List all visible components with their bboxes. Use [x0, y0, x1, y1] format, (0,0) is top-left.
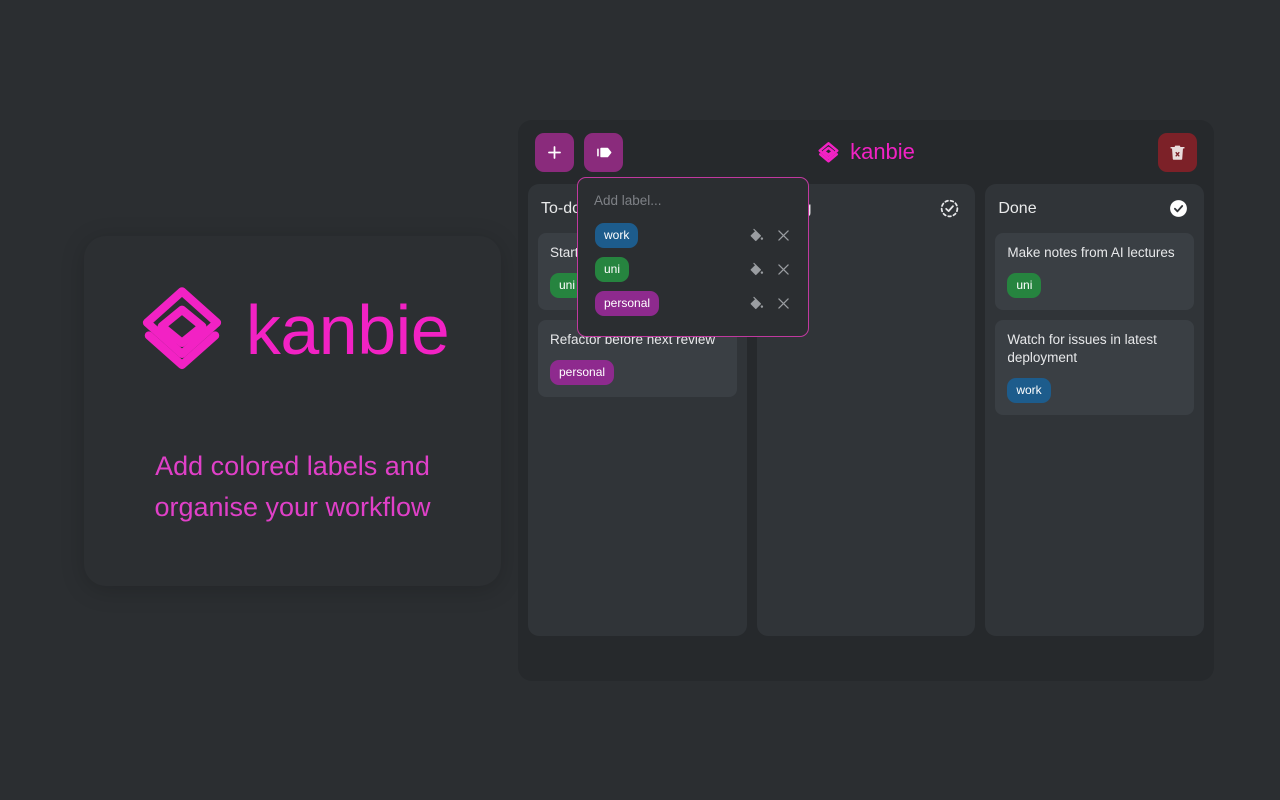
task-card-label[interactable]: personal	[550, 360, 615, 386]
paint-bucket-icon[interactable]	[747, 260, 765, 278]
task-card-text: Watch for issues in latest deployment	[1007, 332, 1157, 366]
paint-bucket-icon[interactable]	[747, 226, 765, 244]
add-card-button[interactable]	[535, 132, 574, 172]
board-header: kanbie	[518, 120, 1214, 184]
column-header: Done	[995, 194, 1194, 219]
label-chip[interactable]: uni	[595, 256, 630, 282]
paint-bucket-icon[interactable]	[747, 294, 765, 312]
trash-x-icon	[1168, 143, 1187, 162]
task-card-label[interactable]: uni	[1007, 273, 1042, 299]
board-title: kanbie	[850, 139, 915, 164]
plus-icon	[545, 143, 564, 162]
tags-icon	[594, 143, 613, 162]
label-row: uni	[594, 252, 792, 286]
task-card-label[interactable]: work	[1007, 378, 1051, 404]
column-done[interactable]: Done Make notes from AI lectures uni Wat…	[985, 184, 1205, 636]
card-list: Make notes from AI lectures uni Watch fo…	[995, 233, 1195, 416]
layers-icon	[817, 141, 840, 164]
task-card[interactable]: Watch for issues in latest deployment wo…	[995, 320, 1195, 416]
add-label-input[interactable]	[594, 193, 792, 218]
promo-wordmark: kanbie	[245, 291, 450, 369]
delete-board-button[interactable]	[1158, 132, 1197, 172]
promo-card: kanbie Add colored labels and organise y…	[84, 236, 501, 586]
promo-logo-row: kanbie	[136, 284, 450, 376]
task-card-text: Make notes from AI lectures	[1007, 245, 1175, 260]
task-card[interactable]: Make notes from AI lectures uni	[995, 233, 1195, 311]
layers-icon	[136, 284, 228, 376]
label-row: work	[594, 218, 792, 252]
circle-check-filled-icon	[1168, 198, 1189, 219]
close-x-icon[interactable]	[774, 260, 792, 278]
close-x-icon[interactable]	[774, 226, 792, 244]
label-actions	[747, 260, 792, 278]
manage-labels-button[interactable]	[584, 132, 623, 172]
label-actions	[747, 294, 792, 312]
column-title: Done	[998, 199, 1037, 217]
column-title: To-do	[541, 199, 582, 217]
label-chip[interactable]: work	[595, 222, 639, 248]
label-row: personal	[594, 286, 792, 320]
label-manager-popover: work uni	[577, 177, 809, 337]
close-x-icon[interactable]	[774, 294, 792, 312]
promo-tagline: Add colored labels and organise your wor…	[154, 450, 431, 522]
label-chip[interactable]: personal	[595, 290, 660, 316]
circle-dashed-check-icon	[939, 198, 960, 219]
label-actions	[747, 226, 792, 244]
